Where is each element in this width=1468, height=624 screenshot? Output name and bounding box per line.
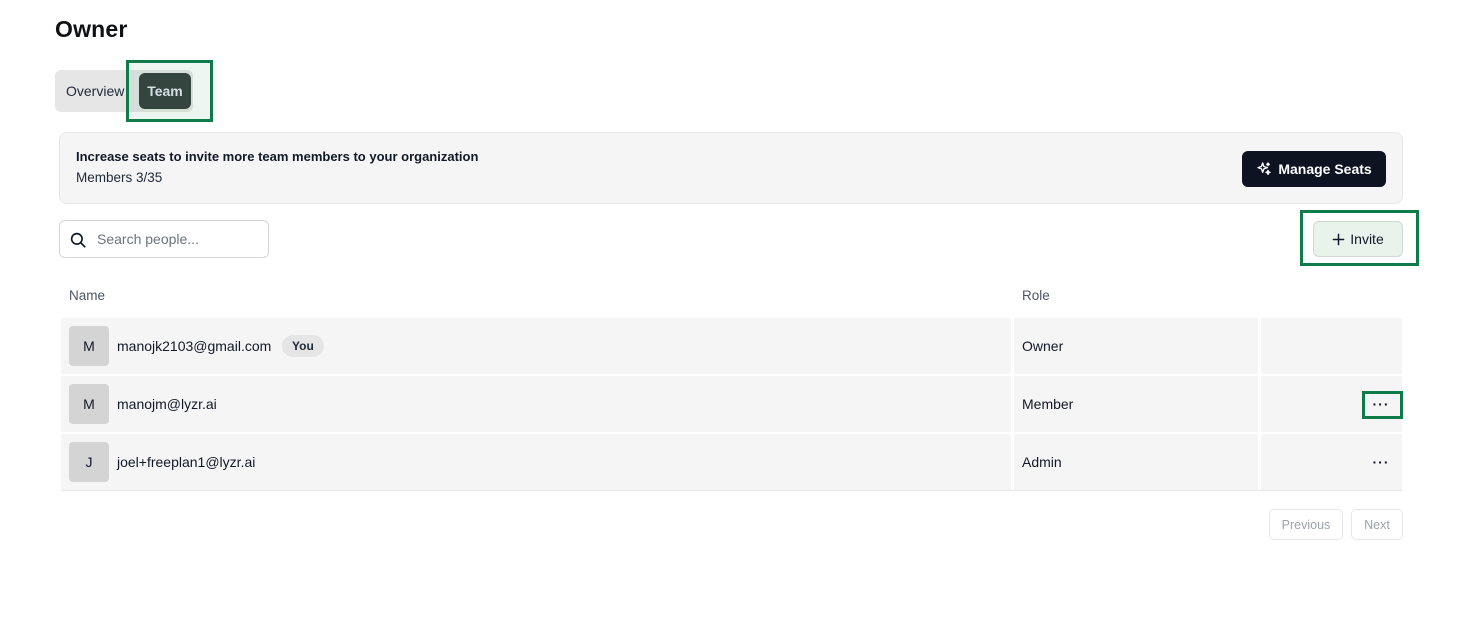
previous-page-button[interactable]: Previous — [1269, 509, 1343, 540]
next-page-button[interactable]: Next — [1351, 509, 1403, 540]
search-input[interactable] — [97, 229, 262, 249]
avatar: J — [69, 442, 109, 482]
search-box — [59, 220, 269, 258]
tab-overview[interactable]: Overview — [66, 83, 124, 99]
table-bottom-border — [61, 490, 1402, 491]
cell-divider — [1258, 318, 1261, 374]
cell-divider — [1011, 376, 1014, 432]
member-email: manojk2103@gmail.com — [117, 338, 272, 354]
avatar: M — [69, 384, 109, 424]
members-count: Members 3/35 — [76, 170, 163, 185]
column-header-name: Name — [69, 288, 106, 303]
plus-icon — [1332, 233, 1345, 245]
invite-button[interactable]: Invite — [1313, 221, 1403, 257]
member-role: Admin — [1022, 454, 1062, 470]
cell-divider — [1258, 376, 1261, 432]
manage-seats-button[interactable]: Manage Seats — [1242, 151, 1386, 187]
you-badge: You — [282, 335, 324, 357]
cell-divider — [1011, 318, 1014, 374]
column-header-role: Role — [1022, 288, 1050, 303]
more-icon: ··· — [1372, 454, 1390, 470]
banner-title: Increase seats to invite more team membe… — [76, 149, 479, 164]
team-tab-highlight — [126, 60, 213, 122]
member-role: Member — [1022, 396, 1074, 412]
seats-banner: Increase seats to invite more team membe… — [59, 132, 1403, 204]
manage-seats-label: Manage Seats — [1278, 161, 1372, 177]
cell-divider — [1011, 434, 1014, 490]
sparkle-icon — [1257, 162, 1271, 175]
member-role: Owner — [1022, 338, 1064, 354]
table-row: M manojk2103@gmail.com You Owner — [61, 318, 1402, 374]
search-icon — [70, 232, 86, 248]
invite-label: Invite — [1350, 231, 1384, 247]
row-actions-button[interactable]: ··· — [1363, 450, 1399, 474]
row-actions-highlight — [1362, 391, 1403, 419]
table-row: J joel+freeplan1@lyzr.ai Admin ··· — [61, 434, 1402, 490]
page-title: Owner — [55, 16, 128, 42]
avatar: M — [69, 326, 109, 366]
cell-divider — [1258, 434, 1261, 490]
member-email: manojm@lyzr.ai — [117, 396, 217, 412]
table-row: M manojm@lyzr.ai Member ··· — [61, 376, 1402, 432]
member-email: joel+freeplan1@lyzr.ai — [117, 454, 256, 470]
row-divider — [61, 432, 1402, 433]
row-divider — [61, 374, 1402, 375]
